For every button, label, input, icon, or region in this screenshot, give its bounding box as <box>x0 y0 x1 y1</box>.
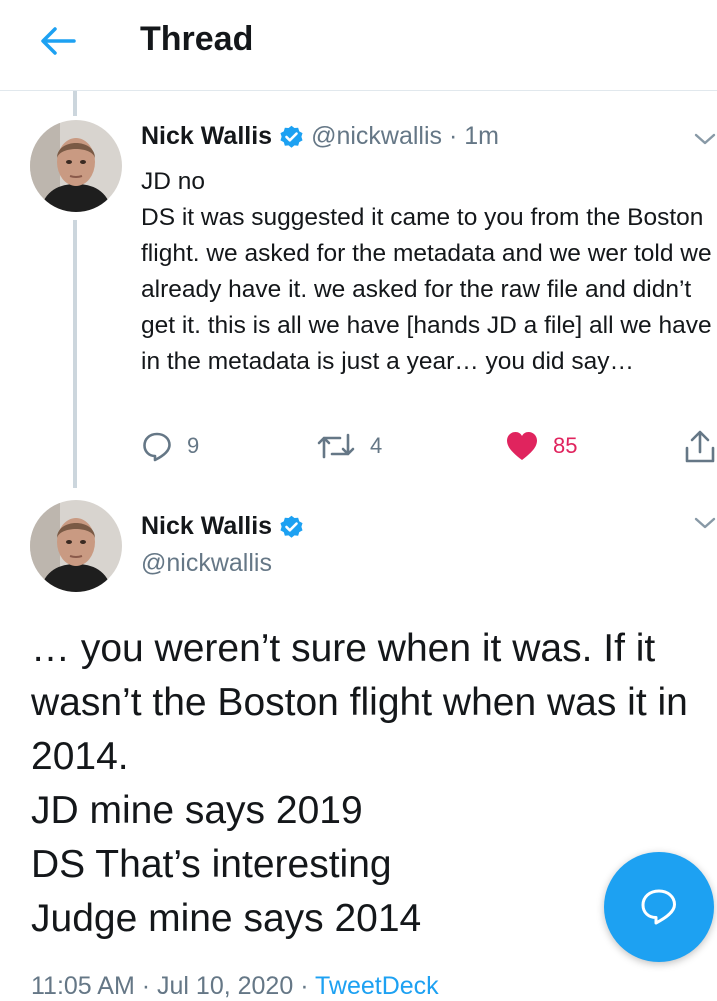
share-button[interactable] <box>684 430 716 464</box>
heart-icon <box>507 432 537 460</box>
verified-badge-icon <box>280 125 303 148</box>
tweet-header: Nick Wallis @nickwallis · 1m <box>141 122 499 151</box>
chevron-down-icon[interactable] <box>694 131 716 147</box>
separator-dot: · <box>300 972 309 1000</box>
back-arrow-icon <box>41 27 76 55</box>
retweet-icon <box>317 433 355 459</box>
tweet-actions: 9 4 85 <box>0 430 717 470</box>
compose-reply-icon <box>641 889 676 925</box>
avatar-image <box>30 500 122 592</box>
tweet-timestamp: 11:05 AM <box>31 972 135 1000</box>
separator-dot: · <box>449 122 458 150</box>
tweet-text: JD no DS it was suggested it came to you… <box>141 168 712 375</box>
tweet-header: Nick Wallis <box>141 512 311 541</box>
author-handle[interactable]: @nickwallis <box>311 122 442 150</box>
reply-count: 9 <box>187 433 200 458</box>
tweet-time[interactable]: 1m <box>464 122 499 150</box>
reply-icon <box>143 432 171 462</box>
retweet-button[interactable]: 4 <box>316 430 382 462</box>
compose-reply-button[interactable] <box>604 852 714 962</box>
tweet-date: Jul 10, 2020 <box>157 972 294 1000</box>
author-name[interactable]: Nick Wallis <box>141 122 272 150</box>
back-button[interactable] <box>38 24 78 58</box>
author-handle[interactable]: @nickwallis <box>141 549 272 577</box>
tweet-source-link[interactable]: TweetDeck <box>315 972 439 1000</box>
chevron-down-icon[interactable] <box>694 515 716 531</box>
like-button[interactable]: 85 <box>505 430 577 462</box>
author-handle-row: @nickwallis <box>141 549 272 578</box>
avatar[interactable] <box>30 500 122 592</box>
page-title: Thread <box>140 20 254 58</box>
tweet-meta: 11:05 AM · Jul 10, 2020 · TweetDeck <box>31 972 439 1001</box>
thread-line-top <box>73 91 77 116</box>
avatar[interactable] <box>30 120 122 212</box>
author-name[interactable]: Nick Wallis <box>141 512 272 540</box>
share-icon <box>685 430 715 463</box>
verified-badge-icon <box>280 515 303 538</box>
retweet-count: 4 <box>370 433 383 458</box>
top-bar: Thread <box>0 0 717 91</box>
separator-dot: · <box>141 972 151 1000</box>
like-count: 85 <box>553 433 578 458</box>
avatar-image <box>30 120 122 212</box>
reply-button[interactable]: 9 <box>141 430 199 462</box>
